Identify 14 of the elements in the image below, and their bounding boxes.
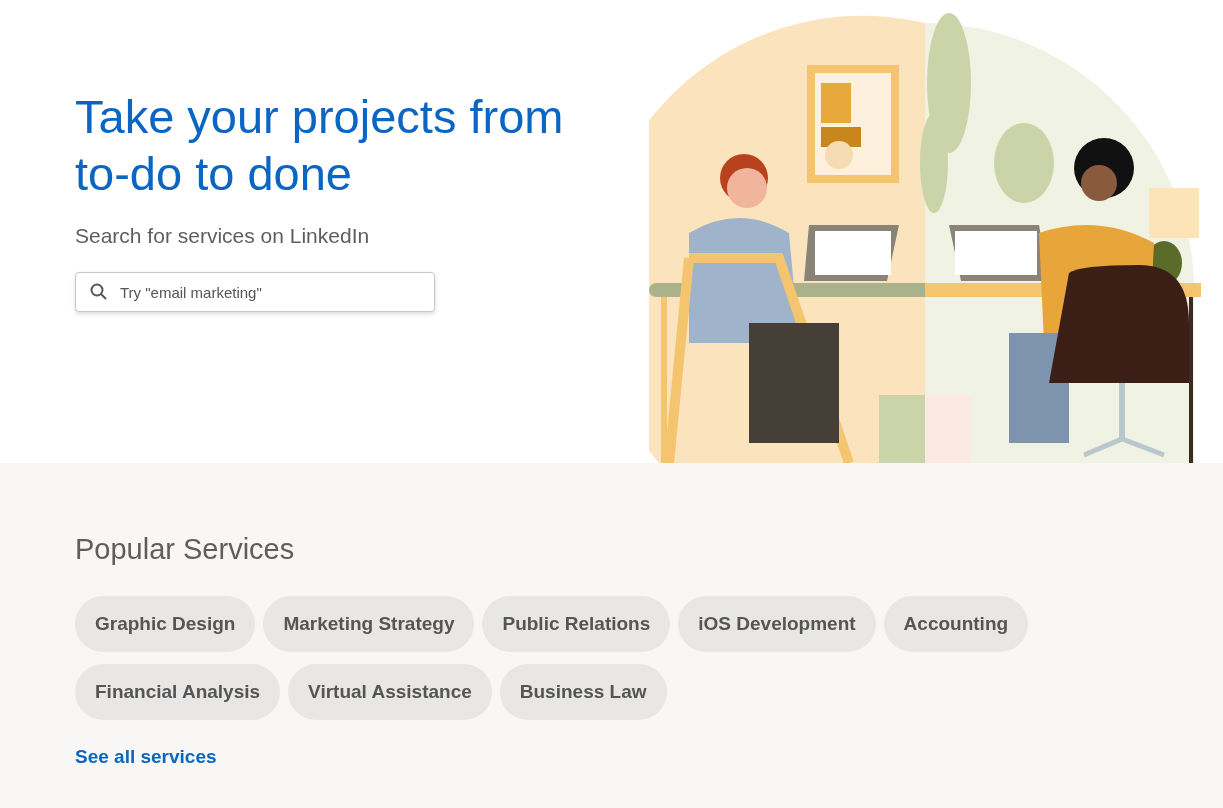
service-chip[interactable]: Accounting	[883, 596, 1029, 652]
search-field[interactable]: Try "email marketing"	[75, 272, 435, 312]
service-chip[interactable]: Public Relations	[482, 596, 671, 652]
service-chip[interactable]: iOS Development	[678, 596, 876, 652]
hero-subtitle: Search for services on LinkedIn	[75, 224, 371, 248]
service-chip[interactable]: Business Law	[499, 664, 667, 720]
service-chip[interactable]: Virtual Assistance	[288, 664, 492, 720]
see-all-link[interactable]: See all services	[75, 746, 217, 768]
service-chip[interactable]: Graphic Design	[75, 596, 256, 652]
search-icon	[90, 283, 108, 301]
service-chip[interactable]: Financial Analysis	[75, 664, 281, 720]
service-chip[interactable]: Marketing Strategy	[263, 596, 475, 652]
hero-title: Take your projects from to-do to done	[75, 89, 565, 202]
section-title: Popular Services	[75, 533, 296, 566]
